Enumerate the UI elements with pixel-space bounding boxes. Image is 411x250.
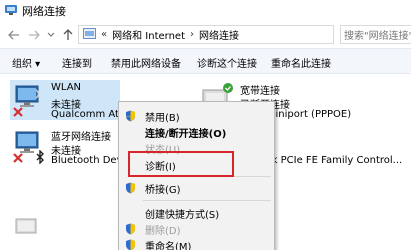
menu-item-bridge[interactable]: 桥接(G) [119,180,274,196]
diagnose-connection-button[interactable]: 诊断这个连接 [197,55,257,70]
menu-item-rename[interactable]: 重命名(M) [119,237,274,250]
menu-item-disable[interactable]: 禁用(B) [119,108,274,124]
disable-device-button[interactable]: 禁用此网络设备 [111,55,181,70]
network-folder-icon [4,4,18,19]
up-button[interactable] [60,25,76,45]
command-bar: 组织 ▾ 连接到 禁用此网络设备 诊断这个连接 重命名此连接 [0,48,411,74]
menu-item-connect-disconnect[interactable]: 连接/断开连接(O) [119,124,274,140]
menu-item-label: 重命名(M) [145,241,192,250]
menu-item-label: 连接/断开连接(O) [145,128,227,140]
menu-item-create-shortcut[interactable]: 创建快捷方式(S) [119,205,274,221]
breadcrumb-network-internet[interactable]: 网络和 Internet [112,27,185,42]
forward-button[interactable] [26,25,42,45]
breadcrumb-separator: › [190,29,195,40]
menu-item-delete[interactable]: 删除(D) [119,221,274,237]
menu-item-label: 删除(D) [145,225,181,237]
diagnose-highlight-box [128,151,234,177]
address-bar: « 网络和 Internet › 网络连接 搜索"网络连接" [0,22,411,48]
disconnected-x-icon [12,152,24,167]
menu-item-label: 禁用(B) [145,112,180,124]
uac-shield-icon [125,110,136,125]
address-field[interactable]: « 网络和 Internet › 网络连接 [78,25,334,44]
up-arrow-icon [63,29,73,40]
uac-shield-icon [125,223,136,238]
uac-shield-icon [125,239,136,250]
forward-arrow-icon [29,30,40,40]
connection-name: WLAN [51,82,82,93]
breadcrumb-network-connections[interactable]: 网络连接 [199,27,239,42]
menu-item-label: 创建快捷方式(S) [145,209,220,221]
chevron-down-icon [47,32,55,37]
uac-shield-icon [125,182,136,197]
connection-name: 宽带连接 [240,86,280,97]
rename-connection-button[interactable]: 重命名此连接 [271,55,331,70]
back-button[interactable] [6,25,22,45]
window-title: 网络连接 [22,5,66,18]
recent-locations-button[interactable] [43,25,59,45]
search-input[interactable]: 搜索"网络连接" [340,25,411,44]
organize-button[interactable]: 组织 ▾ [12,55,40,70]
breadcrumb-separator: « [101,29,108,40]
disconnected-x-icon [12,106,24,121]
connection-name: 蓝牙网络连接 [51,132,111,143]
control-panel-icon [83,27,96,42]
network-adapter-icon [12,215,42,248]
menu-separator [143,200,271,201]
connect-to-button[interactable]: 连接到 [62,55,92,70]
back-arrow-icon [8,30,19,40]
bluetooth-icon [34,149,46,167]
menu-item-label: 桥接(G) [145,184,181,196]
title-bar: 网络连接 [0,0,411,22]
